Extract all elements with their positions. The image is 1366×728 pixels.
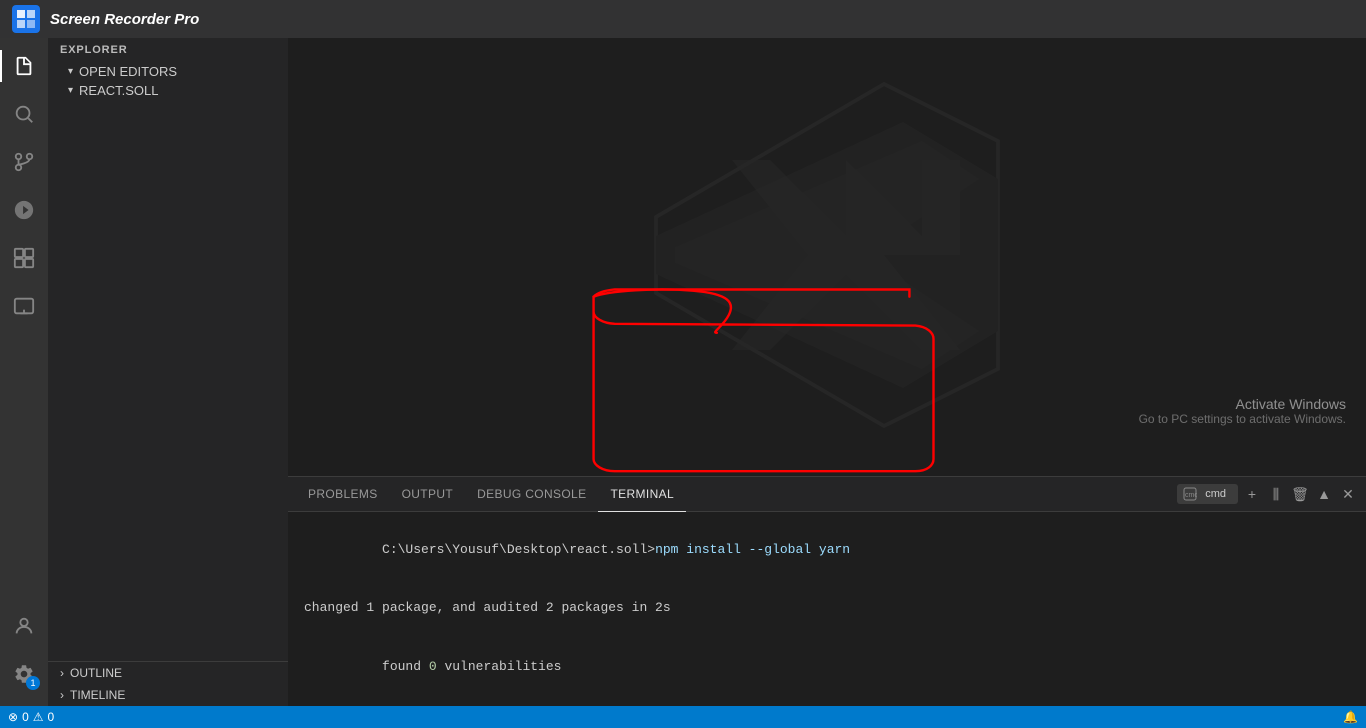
terminal-close-btn[interactable]: ✕ [1338, 484, 1358, 504]
tab-debug-console[interactable]: DEBUG CONSOLE [465, 477, 598, 512]
activity-bar: 1 [0, 38, 48, 706]
status-bar: ⊗ 0 ⚠ 0 🔔 [0, 706, 1366, 728]
sidebar-outline[interactable]: › OUTLINE [48, 662, 288, 684]
activate-windows-title: Activate Windows [1139, 396, 1346, 412]
activity-bar-search[interactable] [0, 90, 48, 138]
terminal-trash-btn[interactable]: 🗑 [1290, 484, 1310, 504]
terminal-line-2: changed 1 package, and audited 2 package… [304, 598, 1350, 618]
terminal-add-btn[interactable]: + [1242, 484, 1262, 504]
terminal-found-prefix: found [382, 659, 429, 674]
sidebar-outline-section: › OUTLINE › TIMELINE [48, 661, 288, 706]
react-soll-label: REACT.SOLL [79, 83, 158, 98]
tab-output[interactable]: OUTPUT [390, 477, 466, 512]
status-bar-notifications[interactable]: 🔔 [1343, 710, 1358, 724]
tab-problems[interactable]: PROBLEMS [296, 477, 390, 512]
activity-bar-run[interactable] [0, 186, 48, 234]
editor-main: Activate Windows Go to PC settings to ac… [288, 38, 1366, 476]
warning-count: 0 [48, 710, 55, 724]
terminal-cmd-1: npm install --global yarn [655, 542, 850, 557]
app-logo [12, 5, 40, 33]
settings-badge: 1 [26, 676, 40, 690]
terminal-line-blank1 [304, 579, 1350, 599]
sidebar-explorer-header: EXPLORER [48, 38, 288, 62]
terminal-content[interactable]: C:\Users\Yousuf\Desktop\react.soll>npm i… [288, 512, 1366, 706]
activity-bar-account[interactable] [0, 602, 48, 650]
status-bar-left: ⊗ 0 ⚠ 0 [8, 710, 54, 724]
error-count: 0 [22, 710, 29, 724]
status-bar-right: 🔔 [1343, 710, 1358, 724]
shell-label: cmd [1199, 486, 1232, 502]
svg-text:cmd: cmd [1185, 492, 1197, 499]
terminal-controls: cmd cmd + ⫼ 🗑 ▲ ✕ [1177, 484, 1358, 504]
terminal-found-suffix: vulnerabilities [437, 659, 562, 674]
warning-icon: ⚠ [33, 710, 44, 724]
sidebar-open-editors[interactable]: ▾ OPEN EDITORS [48, 62, 288, 81]
outline-label: OUTLINE [70, 666, 122, 680]
title-bar: Screen Recorder Pro [0, 0, 1366, 38]
activity-bar-settings[interactable]: 1 [0, 650, 48, 698]
sidebar-react-soll[interactable]: ▾ REACT.SOLL [48, 81, 288, 100]
tab-terminal[interactable]: TERMINAL [598, 477, 686, 512]
terminal-line-blank2 [304, 618, 1350, 638]
outline-chevron: › [60, 666, 64, 680]
error-icon: ⊗ [8, 710, 18, 724]
sidebar-timeline[interactable]: › TIMELINE [48, 684, 288, 706]
timeline-label: TIMELINE [70, 688, 125, 702]
notification-icon: 🔔 [1343, 710, 1358, 724]
app-title: Screen Recorder Pro [50, 11, 199, 28]
terminal-vuln-count: 0 [429, 659, 437, 674]
activate-windows-subtitle: Go to PC settings to activate Windows. [1139, 412, 1346, 426]
activity-bar-explorer[interactable] [0, 42, 48, 90]
terminal-panel: PROBLEMS OUTPUT DEBUG CONSOLE TERMINAL c… [288, 476, 1366, 706]
terminal-prompt-1: C:\Users\Yousuf\Desktop\react.soll> [382, 542, 655, 557]
open-editors-chevron: ▾ [68, 66, 73, 77]
sidebar: EXPLORER ▾ OPEN EDITORS ▾ REACT.SOLL › O… [48, 38, 288, 706]
terminal-split-btn[interactable]: ⫼ [1266, 484, 1286, 504]
editor-area: Activate Windows Go to PC settings to ac… [288, 38, 1366, 706]
terminal-line-blank3 [304, 696, 1350, 707]
terminal-tabs-bar: PROBLEMS OUTPUT DEBUG CONSOLE TERMINAL c… [288, 477, 1366, 512]
activity-bar-extensions[interactable] [0, 234, 48, 282]
shell-selector[interactable]: cmd cmd [1177, 484, 1238, 504]
open-editors-label: OPEN EDITORS [79, 64, 177, 79]
terminal-line-1: C:\Users\Yousuf\Desktop\react.soll>npm i… [304, 520, 1350, 579]
vscode-logo [637, 65, 1017, 450]
activate-windows: Activate Windows Go to PC settings to ac… [1139, 396, 1346, 426]
terminal-line-3: found 0 vulnerabilities [304, 637, 1350, 696]
timeline-chevron: › [60, 688, 64, 702]
activity-bar-source-control[interactable] [0, 138, 48, 186]
terminal-maximize-btn[interactable]: ▲ [1314, 484, 1334, 504]
main-layout: 1 EXPLORER ▾ OPEN EDITORS ▾ REACT.SOLL ›… [0, 38, 1366, 706]
activity-bar-remote[interactable] [0, 282, 48, 330]
status-bar-errors[interactable]: ⊗ 0 ⚠ 0 [8, 710, 54, 724]
activity-bar-bottom: 1 [0, 602, 48, 706]
react-soll-chevron: ▾ [68, 85, 73, 96]
